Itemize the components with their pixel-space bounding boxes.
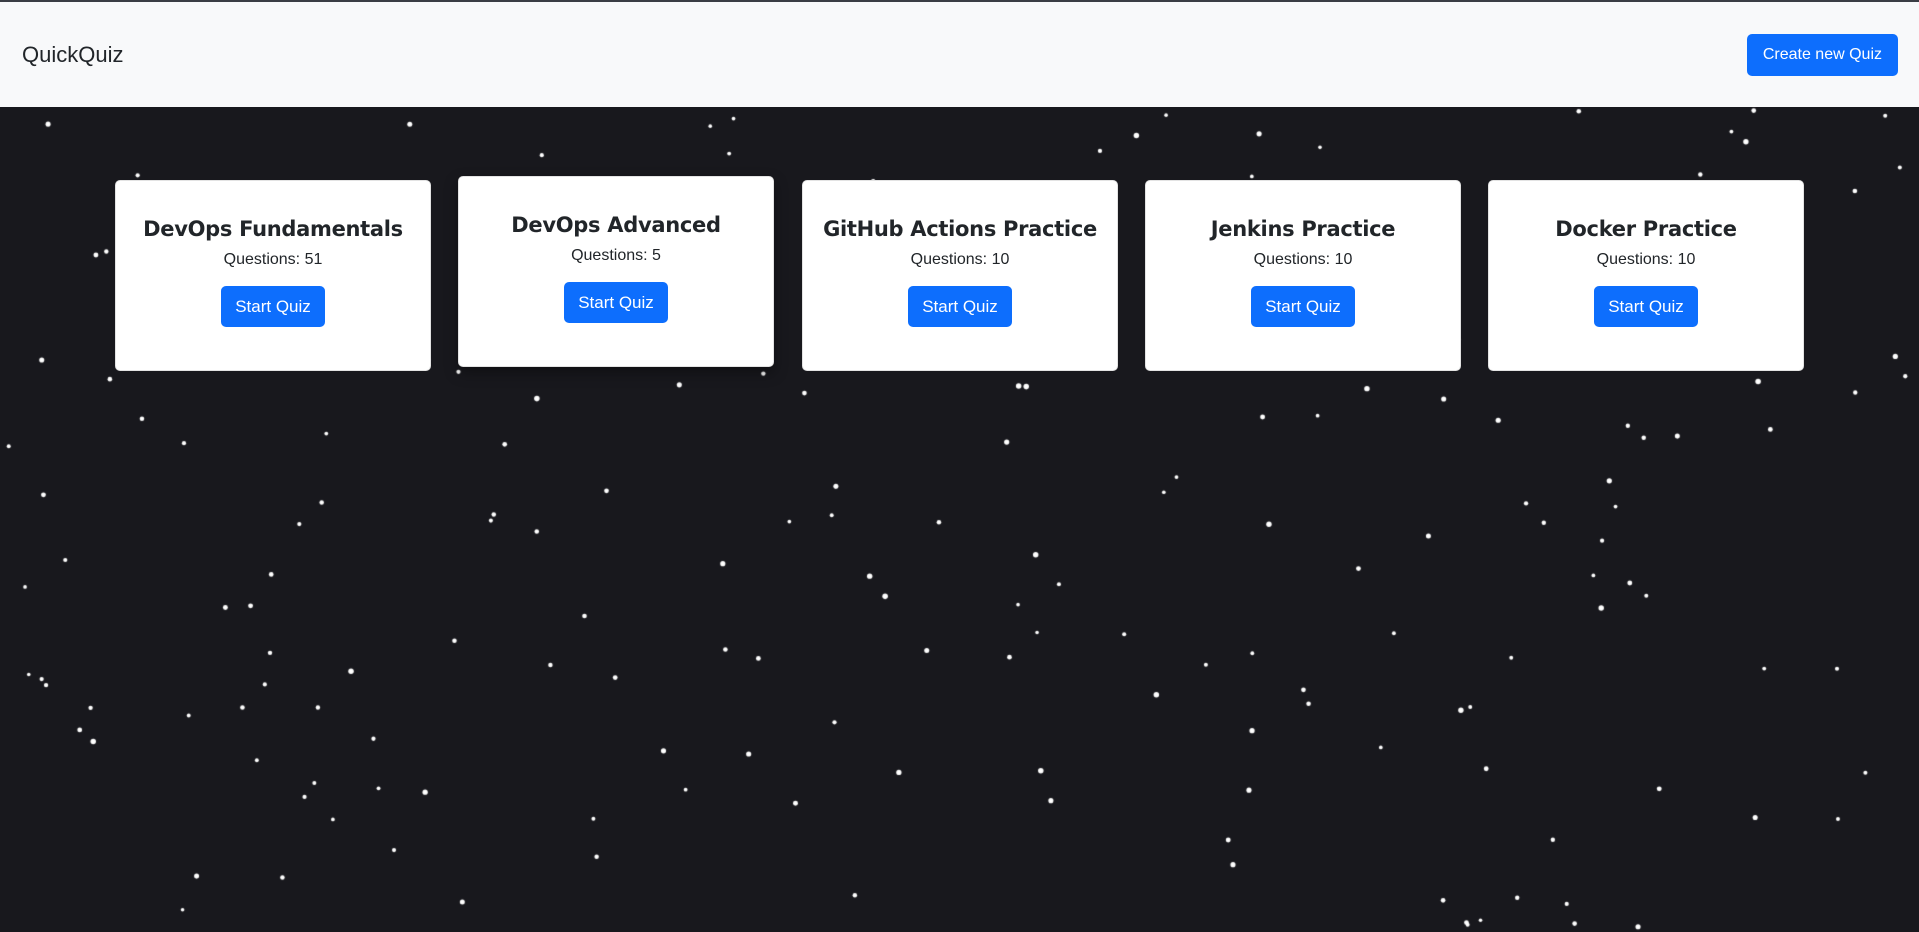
question-count-value: 10 (991, 251, 1010, 268)
brand-logo[interactable]: QuickQuiz (22, 40, 123, 70)
quiz-card-jenkins-practice: Jenkins Practice Questions: 10 Start Qui… (1145, 180, 1461, 371)
create-quiz-button[interactable]: Create new Quiz (1746, 34, 1898, 76)
quiz-card-github-actions-practice: GitHub Actions Practice Questions: 10 St… (802, 180, 1118, 371)
navbar: QuickQuiz Create new Quiz (0, 0, 1919, 107)
start-quiz-button[interactable]: Start Quiz (1251, 286, 1355, 327)
question-count: Questions: 10 (1489, 251, 1803, 269)
question-count: Questions: 51 (116, 251, 430, 269)
quiz-card-devops-advanced: DevOps Advanced Questions: 5 Start Quiz (458, 176, 774, 367)
question-count-value: 10 (1334, 251, 1353, 268)
question-count-label: Questions: (910, 251, 992, 268)
quiz-title: Docker Practice (1555, 217, 1737, 241)
question-count-value: 10 (1677, 251, 1696, 268)
question-count: Questions: 10 (803, 251, 1117, 269)
question-count-label: Questions: (1253, 251, 1335, 268)
quiz-card-docker-practice: Docker Practice Questions: 10 Start Quiz (1488, 180, 1804, 371)
start-quiz-button[interactable]: Start Quiz (221, 286, 325, 327)
quiz-card-devops-fundamentals: DevOps Fundamentals Questions: 51 Start … (115, 180, 431, 371)
question-count: Questions: 5 (459, 247, 773, 265)
start-quiz-button[interactable]: Start Quiz (564, 282, 668, 323)
question-count-value: 51 (304, 251, 323, 268)
start-quiz-button[interactable]: Start Quiz (908, 286, 1012, 327)
starfield-background (0, 0, 1919, 932)
question-count-value: 5 (652, 247, 661, 264)
question-count-label: Questions: (223, 251, 305, 268)
quiz-title: DevOps Advanced (511, 213, 721, 237)
quiz-title: Jenkins Practice (1210, 217, 1396, 241)
start-quiz-button[interactable]: Start Quiz (1594, 286, 1698, 327)
quiz-title: DevOps Fundamentals (143, 217, 403, 241)
quiz-title: GitHub Actions Practice (823, 217, 1097, 241)
question-count: Questions: 10 (1146, 251, 1460, 269)
question-count-label: Questions: (1596, 251, 1678, 268)
question-count-label: Questions: (571, 247, 653, 264)
top-border (0, 0, 1919, 2)
